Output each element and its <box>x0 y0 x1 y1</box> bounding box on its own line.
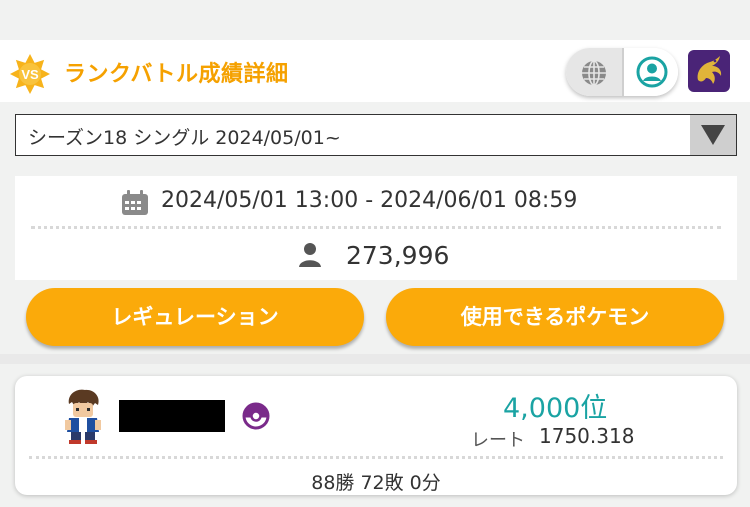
redacted-player-name <box>119 400 225 432</box>
season-select[interactable]: シーズン18 シングル 2024/05/01~ <box>15 114 737 156</box>
vs-star-badge-icon: VS <box>10 54 50 94</box>
ranking-result-card[interactable]: 4,000位 レート 1750.318 88勝 72敗 0分 <box>15 376 737 495</box>
date-row: 2024/05/01 13:00 - 2024/06/01 08:59 <box>15 186 737 220</box>
page-title: ランクバトル成績詳細 <box>64 62 289 87</box>
trainer-avatar <box>65 389 101 444</box>
vs-badge-text: VS <box>21 67 39 82</box>
view-toggle[interactable] <box>566 48 678 96</box>
top-bar <box>0 0 750 40</box>
section-divider <box>0 354 750 364</box>
pokeball-icon <box>242 402 270 430</box>
rank-value: 4,000位 <box>503 393 608 424</box>
season-bar: シーズン18 シングル 2024/05/01~ <box>0 102 750 168</box>
regulation-button[interactable]: レギュレーション <box>26 288 364 346</box>
personal-view-button[interactable] <box>622 48 678 96</box>
usable-pokemon-button[interactable]: 使用できるポケモン <box>386 288 724 346</box>
season-date-range: 2024/05/01 13:00 - 2024/06/01 08:59 <box>161 188 578 213</box>
divider <box>31 226 721 229</box>
trainer-dragon-icon[interactable] <box>688 50 730 92</box>
season-info-panel: 2024/05/01 13:00 - 2024/06/01 08:59 273,… <box>15 176 737 280</box>
global-view-button[interactable] <box>566 48 622 96</box>
season-select-value: シーズン18 シングル 2024/05/01~ <box>28 127 341 149</box>
user-circle-icon <box>636 56 668 88</box>
rate-label: レート <box>471 430 525 451</box>
globe-icon <box>582 60 606 86</box>
win-loss-record: 88勝 72敗 0分 <box>311 472 441 494</box>
triangle-down-icon <box>701 125 725 145</box>
rate-value: 1750.318 <box>539 424 635 448</box>
calendar-icon <box>122 190 148 215</box>
card-divider <box>29 456 723 459</box>
players-row: 273,996 <box>15 238 737 274</box>
select-arrow-button[interactable] <box>690 115 736 155</box>
person-icon <box>299 243 321 267</box>
header: VS ランクバトル成績詳細 <box>0 40 750 102</box>
dragon-emblem-icon <box>697 56 722 84</box>
player-count: 273,996 <box>346 241 450 270</box>
